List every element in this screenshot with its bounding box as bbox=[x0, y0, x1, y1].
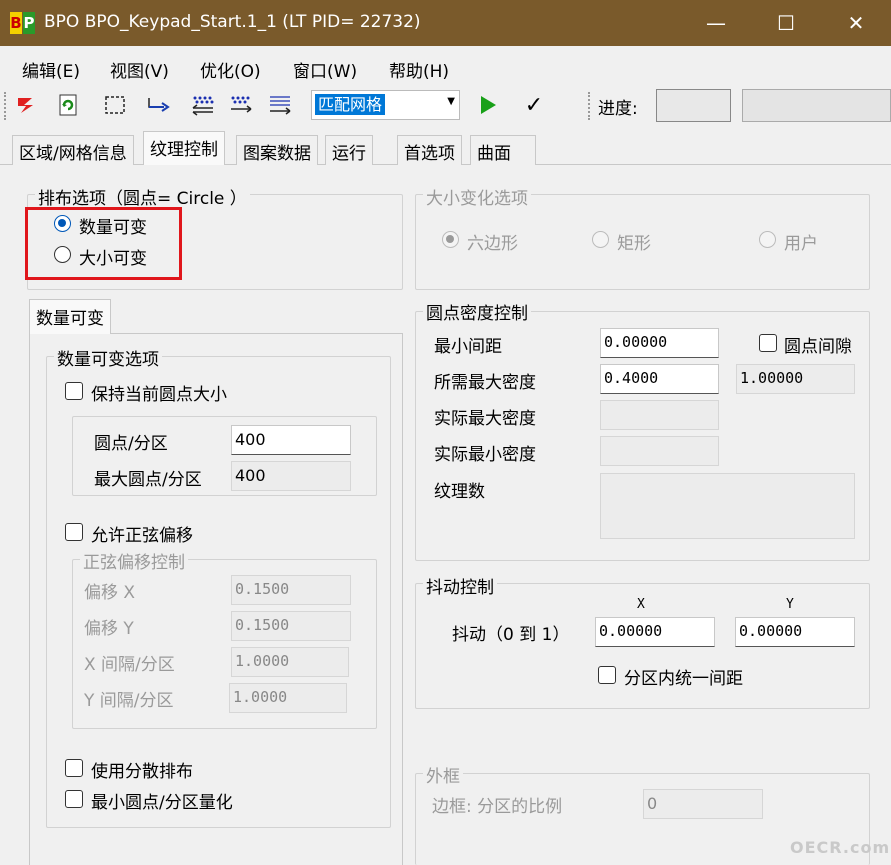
dot-gap-checkbox[interactable] bbox=[759, 334, 777, 352]
max-needed-density-input[interactable]: 0.4000 bbox=[600, 364, 719, 394]
offset-x-field: 0.1500 bbox=[231, 575, 351, 605]
uniform-spacing-label: 分区内统一间距 bbox=[624, 669, 743, 689]
radio-hexagon bbox=[442, 231, 459, 248]
max-dots-per-zone-label: 最大圆点/分区 bbox=[94, 470, 202, 490]
arrow-right-icon[interactable] bbox=[145, 90, 173, 120]
reset-icon[interactable] bbox=[12, 90, 40, 120]
dots-per-zone-label: 圆点/分区 bbox=[94, 434, 168, 454]
offset-y-field: 0.1500 bbox=[231, 611, 351, 641]
maximize-button[interactable]: ☐ bbox=[751, 0, 821, 46]
max-dots-per-zone-field: 400 bbox=[231, 461, 351, 491]
check-icon[interactable]: ✓ bbox=[520, 90, 548, 120]
interval-y-field: 1.0000 bbox=[229, 683, 347, 713]
progress-label: 进度: bbox=[598, 99, 638, 119]
actual-max-density-field bbox=[600, 400, 719, 430]
toolbar-separator bbox=[588, 92, 590, 120]
close-button[interactable]: ✕ bbox=[821, 0, 891, 46]
allow-sine-checkbox[interactable] bbox=[65, 523, 83, 541]
offset-x-label: 偏移 X bbox=[84, 583, 136, 603]
tab-run[interactable]: 运行 bbox=[325, 135, 373, 165]
title-bar: B P BPO BPO_Keypad_Start.1_1 (LT PID= 22… bbox=[0, 0, 891, 46]
run-play-icon[interactable] bbox=[474, 90, 502, 120]
sine-offset-title: 正弦偏移控制 bbox=[80, 548, 188, 573]
max-needed-density-side-field: 1.00000 bbox=[736, 364, 855, 394]
progress-value-box bbox=[656, 89, 731, 122]
interval-x-label: X 间隔/分区 bbox=[84, 655, 175, 675]
interval-y-label: Y 间隔/分区 bbox=[84, 691, 174, 711]
tab-surface[interactable]: 曲面 bbox=[470, 135, 536, 165]
highlight-box bbox=[25, 207, 182, 280]
keep-size-label: 保持当前圆点大小 bbox=[91, 385, 227, 405]
menu-window[interactable]: 窗口(W) bbox=[293, 57, 357, 82]
actual-min-density-field bbox=[600, 436, 719, 466]
allow-sine-label: 允许正弦偏移 bbox=[91, 526, 193, 546]
window-title: BPO BPO_Keypad_Start.1_1 (LT PID= 22732) bbox=[44, 12, 421, 32]
max-needed-density-label: 所需最大密度 bbox=[434, 373, 536, 393]
refresh-icon[interactable] bbox=[54, 90, 82, 120]
jitter-title: 抖动控制 bbox=[423, 573, 497, 598]
dot-density-title: 圆点密度控制 bbox=[423, 299, 531, 324]
jitter-y-header: Y bbox=[786, 597, 794, 612]
actual-min-density-label: 实际最小密度 bbox=[434, 445, 536, 465]
dots-left-icon[interactable] bbox=[189, 90, 217, 120]
menu-edit[interactable]: 编辑(E) bbox=[22, 57, 80, 82]
app-logo-icon: B P bbox=[10, 12, 35, 34]
min-spacing-input[interactable]: 0.00000 bbox=[600, 328, 719, 358]
mesh-mode-value: 匹配网格 bbox=[315, 94, 386, 115]
dots-right-icon[interactable] bbox=[227, 90, 255, 120]
dot-gap-label: 圆点间隙 bbox=[784, 337, 852, 357]
radio-user-label: 用户 bbox=[784, 234, 818, 254]
select-region-icon[interactable] bbox=[101, 90, 129, 120]
dots-per-zone-input[interactable]: 400 bbox=[231, 425, 351, 455]
min-quant-label: 最小圆点/分区量化 bbox=[91, 793, 233, 813]
menu-view[interactable]: 视图(V) bbox=[110, 57, 169, 82]
menu-help[interactable]: 帮助(H) bbox=[389, 57, 449, 82]
jitter-y-input[interactable]: 0.00000 bbox=[735, 617, 855, 647]
radio-user bbox=[759, 231, 776, 248]
tab-region-mesh-info[interactable]: 区域/网格信息 bbox=[12, 135, 134, 165]
scatter-checkbox[interactable] bbox=[65, 759, 83, 777]
frame-ratio-label: 边框: 分区的比例 bbox=[432, 797, 563, 817]
min-quant-checkbox[interactable] bbox=[65, 790, 83, 808]
min-spacing-label: 最小间距 bbox=[434, 337, 502, 357]
watermark-text: OECR.com bbox=[790, 838, 891, 857]
radio-rectangle-label: 矩形 bbox=[617, 234, 651, 254]
frame-ratio-field: 0 bbox=[643, 789, 763, 819]
tab-texture-control[interactable]: 纹理控制 bbox=[143, 131, 225, 165]
interval-x-field: 1.0000 bbox=[231, 647, 349, 677]
dots-fill-icon[interactable] bbox=[266, 90, 294, 120]
scatter-label: 使用分散排布 bbox=[91, 762, 193, 782]
offset-y-label: 偏移 Y bbox=[84, 619, 134, 639]
jitter-x-input[interactable]: 0.00000 bbox=[595, 617, 715, 647]
jitter-x-header: X bbox=[637, 597, 645, 612]
minimize-button[interactable]: — bbox=[681, 0, 751, 46]
count-variable-options-title: 数量可变选项 bbox=[54, 345, 162, 370]
texture-count-label: 纹理数 bbox=[434, 482, 485, 502]
texture-count-field bbox=[600, 473, 855, 539]
progress-bar bbox=[742, 89, 891, 122]
radio-rectangle bbox=[592, 231, 609, 248]
radio-hexagon-label: 六边形 bbox=[467, 234, 518, 254]
size-change-options-title: 大小变化选项 bbox=[423, 184, 531, 209]
tab-pattern-data[interactable]: 图案数据 bbox=[236, 135, 318, 165]
chevron-down-icon[interactable]: ▼ bbox=[447, 96, 455, 107]
tab-count-variable[interactable]: 数量可变 bbox=[29, 299, 111, 334]
tab-preferences[interactable]: 首选项 bbox=[397, 135, 462, 165]
jitter-label: 抖动（0 到 1） bbox=[452, 625, 570, 645]
actual-max-density-label: 实际最大密度 bbox=[434, 409, 536, 429]
keep-size-checkbox[interactable] bbox=[65, 382, 83, 400]
mesh-mode-select[interactable]: 匹配网格 ▼ bbox=[311, 90, 460, 120]
menu-bar: 编辑(E) 视图(V) 优化(O) 窗口(W) 帮助(H) bbox=[0, 46, 891, 86]
distribution-options-title: 排布选项（圆点= Circle ） bbox=[35, 184, 250, 209]
frame-title: 外框 bbox=[423, 762, 463, 787]
uniform-spacing-checkbox[interactable] bbox=[598, 666, 616, 684]
toolbar-grip bbox=[4, 92, 6, 120]
menu-optimize[interactable]: 优化(O) bbox=[200, 57, 261, 82]
